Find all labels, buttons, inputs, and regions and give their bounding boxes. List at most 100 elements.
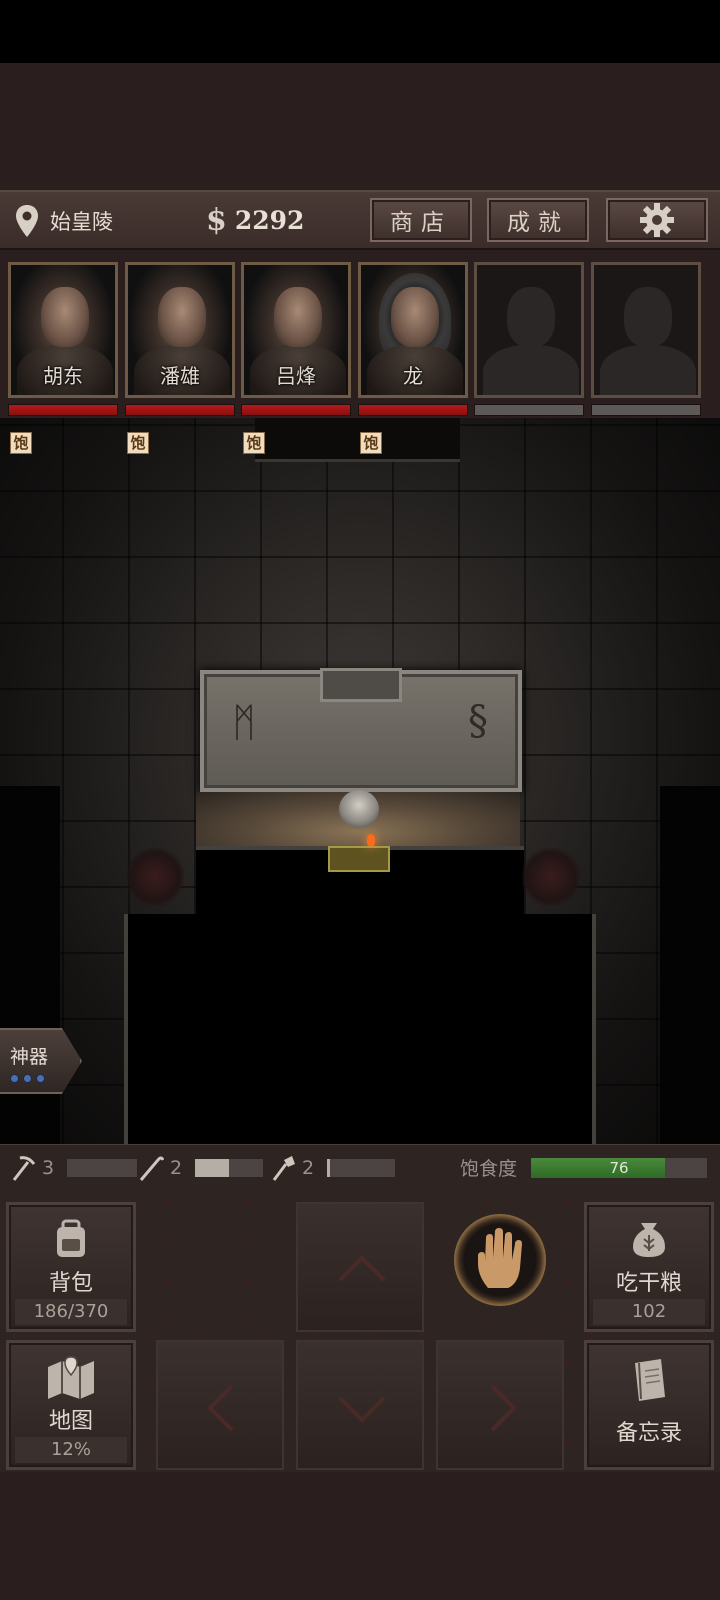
map-explored-percent: 12% xyxy=(15,1437,127,1463)
right-wall-dark xyxy=(660,786,720,1144)
party-member-hp-bar xyxy=(591,404,701,416)
map-icon xyxy=(48,1356,94,1399)
party-member-name: 吕烽 xyxy=(276,364,316,388)
chevron-right-icon xyxy=(490,1384,517,1432)
party-member-hp-bar xyxy=(125,404,235,416)
party-member-hp-bar xyxy=(241,404,351,416)
backpack-icon xyxy=(57,1219,85,1257)
stele-glyph-right: § xyxy=(468,698,488,744)
crowbar-durability xyxy=(194,1158,264,1178)
party-member-portrait[interactable]: 龙 xyxy=(358,262,468,398)
gear-icon xyxy=(640,203,674,237)
backpack-button[interactable]: 背包 186/370 xyxy=(6,1202,136,1332)
location-name: 始皇陵 xyxy=(50,210,113,234)
money-display: $ 2292 xyxy=(206,200,304,240)
hp-fill xyxy=(126,405,234,415)
bottom-area xyxy=(0,1472,720,1600)
crowbar-icon xyxy=(139,1156,164,1181)
satiety-bar: 76 xyxy=(530,1157,708,1179)
money-value: 2292 xyxy=(234,205,305,235)
portrait-face xyxy=(274,287,322,347)
map-pin-icon xyxy=(16,205,38,237)
ration-bag-icon xyxy=(633,1223,665,1257)
party-member-portrait[interactable] xyxy=(591,262,701,398)
portrait-face xyxy=(624,287,672,347)
chevron-down-icon xyxy=(338,1396,386,1423)
trap-hole-right[interactable] xyxy=(522,848,580,906)
shovel-durability xyxy=(326,1158,396,1178)
crowbar-count: 2 xyxy=(170,1157,183,1179)
stele-carving xyxy=(320,668,402,702)
party-member-portrait[interactable] xyxy=(474,262,584,398)
pickaxe-count: 3 xyxy=(42,1157,55,1179)
shovel-icon xyxy=(272,1156,295,1181)
map-button[interactable]: 地图 12% xyxy=(6,1340,136,1470)
hp-fill xyxy=(9,405,117,415)
party-member-name: 龙 xyxy=(403,364,423,388)
shovel-count: 2 xyxy=(302,1157,315,1179)
stele-glyph-left: ᛗ xyxy=(232,700,256,746)
location: 始皇陵 xyxy=(14,202,113,240)
party-member-hp-bar xyxy=(358,404,468,416)
tool-pickaxe: 3 xyxy=(10,1151,138,1185)
memo-button[interactable]: 备忘录 xyxy=(584,1340,714,1470)
map-label: 地图 xyxy=(48,1409,93,1434)
memo-label: 备忘录 xyxy=(615,1421,682,1446)
party-member-portrait[interactable]: 胡东 xyxy=(8,262,118,398)
chevron-left-icon xyxy=(207,1384,234,1432)
satiated-status-badge: 饱 xyxy=(243,432,265,454)
top-alcove xyxy=(255,418,460,462)
backpack-label: 背包 xyxy=(48,1271,93,1296)
status-bar-area xyxy=(0,0,720,63)
skull-icon[interactable] xyxy=(339,790,379,828)
portrait-body xyxy=(600,345,696,395)
torch-icon xyxy=(367,834,375,846)
party-member-portrait[interactable]: 潘雄 xyxy=(125,262,235,398)
tool-shovel: 2 xyxy=(270,1151,396,1185)
portrait-body xyxy=(483,345,579,395)
party-member-hp-bar xyxy=(474,404,584,416)
move-left-button[interactable] xyxy=(156,1340,284,1470)
satiety-value: 76 xyxy=(609,1159,629,1177)
party-member-hp-bar xyxy=(8,404,118,416)
artifact-label: 神器 xyxy=(10,1046,49,1068)
artifact-charge-icon xyxy=(23,1074,32,1083)
satiated-status-badge: 饱 xyxy=(360,432,382,454)
shop-button[interactable]: 商店 xyxy=(370,198,472,242)
party-member-portrait[interactable]: 吕烽 xyxy=(241,262,351,398)
artifact-charge-icon xyxy=(36,1074,45,1083)
pickaxe-durability xyxy=(66,1158,138,1178)
dungeon-map[interactable]: ᛗ § xyxy=(0,418,720,1144)
currency-icon: $ xyxy=(206,202,227,238)
move-down-button[interactable] xyxy=(296,1340,424,1470)
tool-crowbar: 2 xyxy=(138,1151,264,1185)
notebook-icon xyxy=(635,1359,665,1401)
hand-icon xyxy=(478,1228,522,1288)
move-right-button[interactable] xyxy=(436,1340,564,1470)
pickaxe-icon xyxy=(12,1156,36,1181)
portrait-face xyxy=(158,287,206,347)
achievement-button[interactable]: 成就 xyxy=(487,198,589,242)
move-up-button[interactable] xyxy=(296,1202,424,1332)
hp-fill xyxy=(242,405,350,415)
satiated-status-badge: 饱 xyxy=(127,432,149,454)
artifact-charge-icon xyxy=(10,1074,19,1083)
party-member-name: 潘雄 xyxy=(160,364,200,388)
trap-hole-left[interactable] xyxy=(126,848,184,906)
portrait-face xyxy=(507,287,555,347)
control-panel: 背包 186/370 吃干粮 102 地图 12% 备忘录 xyxy=(0,1190,720,1472)
interact-button[interactable] xyxy=(454,1214,546,1306)
eat-ration-button[interactable]: 吃干粮 102 xyxy=(584,1202,714,1332)
party-member-name: 胡东 xyxy=(43,364,83,388)
satiety-label: 饱食度 xyxy=(460,1158,518,1180)
ration-count: 102 xyxy=(593,1299,705,1325)
player-marker xyxy=(328,846,390,872)
stone-stele[interactable]: ᛗ § xyxy=(200,668,522,792)
satiated-status-badge: 饱 xyxy=(10,432,32,454)
settings-button[interactable] xyxy=(606,198,708,242)
portrait-face xyxy=(41,287,89,347)
portrait-face xyxy=(391,287,439,347)
chevron-up-icon xyxy=(338,1255,386,1282)
eat-ration-label: 吃干粮 xyxy=(615,1271,682,1296)
hp-fill xyxy=(359,405,467,415)
